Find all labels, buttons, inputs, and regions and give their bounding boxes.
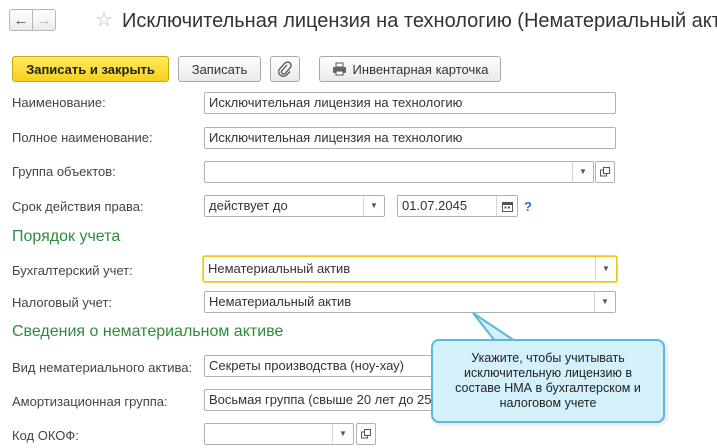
chevron-down-icon[interactable]: ▼: [332, 424, 353, 444]
attach-button[interactable]: [270, 56, 300, 82]
save-and-close-button[interactable]: Записать и закрыть: [12, 56, 169, 82]
back-button[interactable]: ←: [9, 9, 33, 31]
arrow-left-icon: ←: [13, 11, 29, 29]
save-button[interactable]: Записать: [178, 56, 261, 82]
right-term-mode-value: действует до: [209, 198, 288, 213]
tax-select[interactable]: Нематериальный актив ▼: [204, 291, 616, 313]
full-name-label: Полное наименование:: [12, 130, 153, 145]
asset-type-label: Вид нематериального актива:: [12, 360, 193, 375]
bookkeeping-select[interactable]: Нематериальный актив ▼: [203, 256, 617, 282]
star-icon[interactable]: ☆: [95, 9, 113, 31]
open-okof-button[interactable]: [356, 423, 376, 445]
object-group-field[interactable]: ▼: [204, 161, 594, 183]
open-form-icon: [361, 429, 371, 439]
amortization-group-label: Амортизационная группа:: [12, 394, 168, 409]
chevron-down-icon[interactable]: ▼: [363, 196, 384, 216]
paperclip-icon: [278, 61, 292, 77]
right-term-date-field[interactable]: 01.07.2045: [397, 195, 518, 217]
accounting-section-title: Порядок учета: [12, 228, 121, 245]
printer-icon: [332, 62, 346, 76]
page-title: Исключительная лицензия на технологию (Н…: [122, 10, 717, 32]
hint-tooltip-text: Укажите, чтобы учитывать исключительную …: [455, 351, 641, 410]
open-object-group-button[interactable]: [595, 161, 615, 183]
inventory-card-button[interactable]: Инвентарная карточка: [319, 56, 501, 82]
chevron-down-icon[interactable]: ▼: [595, 257, 616, 281]
tax-value: Нематериальный актив: [209, 294, 352, 309]
arrow-right-icon: →: [36, 11, 52, 29]
chevron-down-icon[interactable]: ▼: [594, 292, 615, 312]
hint-tooltip: Укажите, чтобы учитывать исключительную …: [431, 339, 665, 423]
okof-field[interactable]: ▼: [204, 423, 354, 445]
help-link[interactable]: ?: [524, 199, 532, 214]
right-term-date-value: 01.07.2045: [402, 198, 468, 213]
right-term-mode-select[interactable]: действует до ▼: [204, 195, 385, 217]
intangible-section-title: Сведения о нематериальном активе: [12, 323, 284, 340]
tax-label: Налоговый учет:: [12, 295, 113, 310]
calendar-icon[interactable]: [496, 196, 517, 216]
right-term-label: Срок действия права:: [12, 199, 144, 214]
inventory-card-label: Инвентарная карточка: [352, 61, 489, 77]
name-field[interactable]: Исключительная лицензия на технологию: [204, 92, 616, 114]
okof-label: Код ОКОФ:: [12, 428, 79, 443]
chevron-down-icon[interactable]: ▼: [572, 162, 593, 182]
full-name-field[interactable]: Исключительная лицензия на технологию: [204, 127, 616, 149]
open-form-icon: [600, 167, 610, 177]
bookkeeping-label: Бухгалтерский учет:: [12, 263, 133, 278]
bookkeeping-value: Нематериальный актив: [208, 261, 351, 276]
object-group-label: Группа объектов:: [12, 164, 116, 179]
name-label: Наименование:: [12, 95, 106, 110]
forward-button[interactable]: →: [32, 9, 56, 31]
